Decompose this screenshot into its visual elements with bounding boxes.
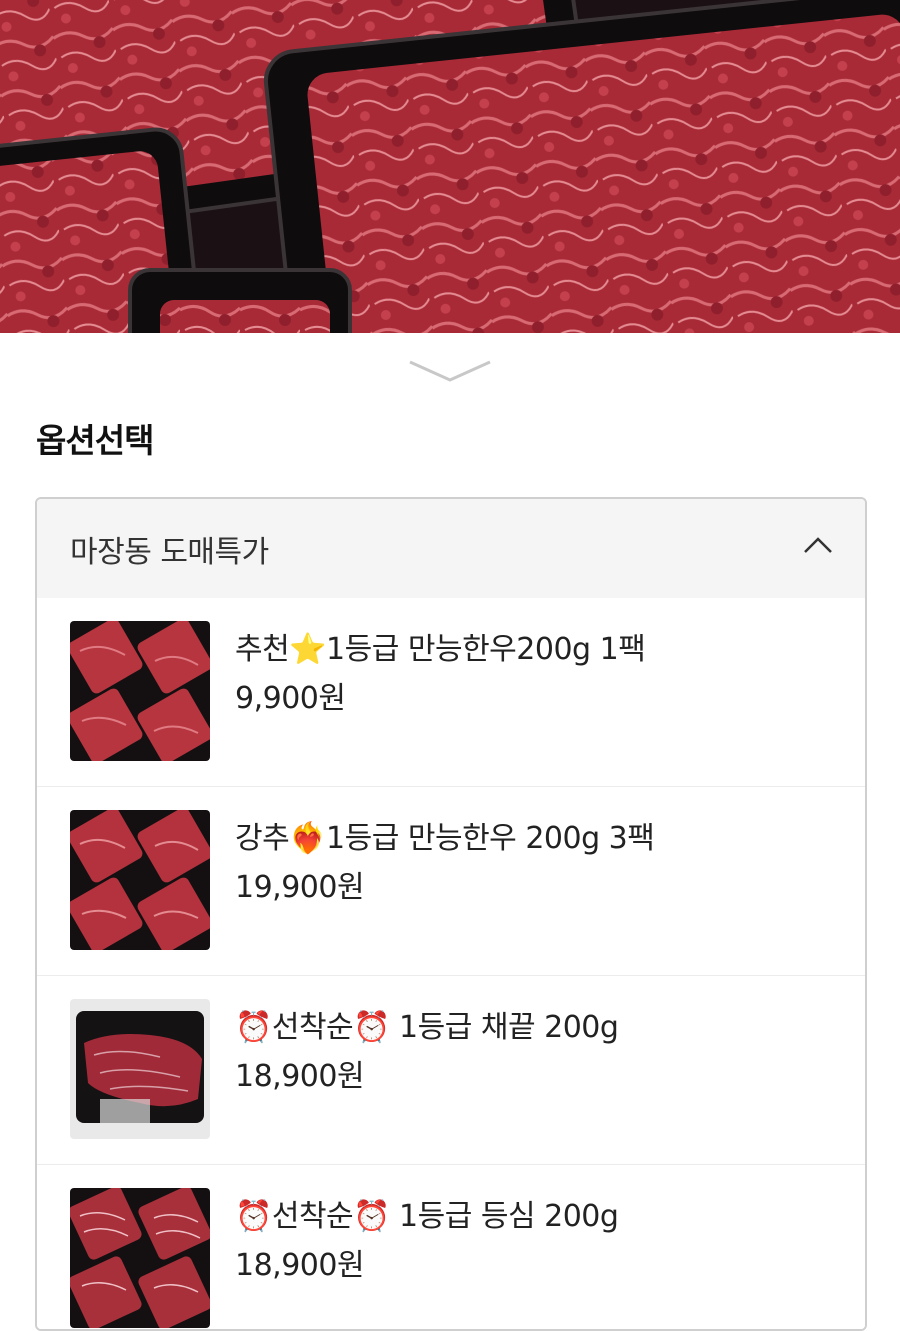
option-item[interactable]: ⏰선착순⏰ 1등급 채끝 200g 18,900원 <box>37 976 865 1165</box>
dropdown-header[interactable]: 마장동 도매특가 <box>37 499 865 598</box>
option-name: ⏰선착순⏰ 1등급 등심 200g <box>235 1199 619 1234</box>
option-price: 19,900원 <box>235 870 365 905</box>
option-name: 추천⭐1등급 만능한우200g 1팩 <box>235 632 646 667</box>
chevron-up-icon[interactable] <box>803 535 833 555</box>
option-price: 18,900원 <box>235 1248 365 1283</box>
option-item[interactable]: 추천⭐1등급 만능한우200g 1팩 9,900원 <box>37 598 865 787</box>
option-item[interactable]: 강추❤️‍🔥1등급 만능한우 200g 3팩 19,900원 <box>37 787 865 976</box>
dropdown-label: 마장동 도매특가 <box>70 535 269 570</box>
section-title: 옵션선택 <box>36 421 154 460</box>
option-thumbnail <box>70 999 210 1139</box>
option-thumbnail <box>70 621 210 761</box>
collapse-chevron-icon[interactable] <box>408 358 492 384</box>
option-price: 9,900원 <box>235 681 346 716</box>
product-hero-image <box>0 0 900 333</box>
option-name: 강추❤️‍🔥1등급 만능한우 200g 3팩 <box>235 821 655 856</box>
option-thumbnail <box>70 1188 210 1328</box>
option-item[interactable]: ⏰선착순⏰ 1등급 등심 200g 18,900원 <box>37 1165 865 1329</box>
option-price: 18,900원 <box>235 1059 365 1094</box>
option-dropdown: 마장동 도매특가 추천⭐1등급 만능한우200g <box>35 497 867 1331</box>
option-thumbnail <box>70 810 210 950</box>
option-name: ⏰선착순⏰ 1등급 채끝 200g <box>235 1010 619 1045</box>
